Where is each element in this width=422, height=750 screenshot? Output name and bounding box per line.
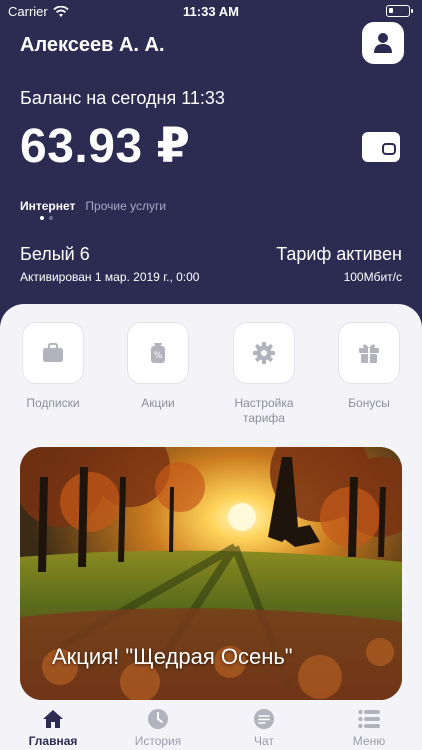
tab-label: Главная [28,734,78,748]
action-bonuses[interactable]: Бонусы [324,322,414,411]
action-label: Бонусы [348,396,390,410]
tab-label: Меню [352,734,386,748]
status-bar: Carrier 11:33 AM [0,0,422,22]
tab-chat[interactable]: Чат [219,708,309,748]
profile-button[interactable] [362,22,404,64]
promo-banner[interactable]: Акция! "Щедрая Осень" [20,447,402,700]
clock: 11:33 AM [183,4,239,19]
user-name: Алексеев А. А. [20,34,165,56]
tariff-name: Белый 6 [20,244,90,264]
tariff-activated-date: Активирован 1 мар. 2019 г., 0:00 [20,270,200,284]
balance-label: Баланс на сегодня 11:33 [20,88,225,108]
tab-label: Чат [254,734,274,748]
page-dot-active [40,216,44,220]
promo-title: Акция! "Щедрая Осень" [52,644,293,669]
service-tabs: Интернет Прочие услуги [20,199,166,213]
gear-icon [253,342,275,364]
wallet-icon[interactable] [362,132,400,162]
tariff-settings-tile[interactable] [233,322,295,384]
gift-icon [359,344,379,363]
tab-other-services[interactable]: Прочие услуги [85,199,166,213]
tab-internet[interactable]: Интернет [20,199,75,213]
chat-icon [254,709,274,729]
action-subscriptions[interactable]: Подписки [8,322,98,411]
tariff-speed: 100Мбит/с [343,270,402,284]
home-icon [43,710,63,728]
action-label: Настройка тарифа [234,396,294,425]
action-tariff-settings[interactable]: Настройка тарифа [219,322,309,426]
clock-icon [148,709,168,729]
tab-menu[interactable]: Меню [324,708,414,748]
menu-list-icon [358,709,380,729]
promotions-tile[interactable]: % [127,322,189,384]
tariff-status: Тариф активен [276,244,402,264]
battery-icon [386,5,413,17]
balance-amount: 63.93 ₽ [20,120,191,173]
tab-home[interactable]: Главная [8,708,98,748]
subscriptions-tile[interactable] [22,322,84,384]
tab-history[interactable]: История [113,708,203,748]
tab-label: История [134,734,182,748]
bottom-tab-bar: Главная История Чат Меню [0,700,422,750]
action-label: Подписки [26,396,80,410]
page-dot [49,216,53,220]
action-promotions[interactable]: % Акции [113,322,203,411]
discount-tag-icon: % [151,343,165,363]
bonuses-tile[interactable] [338,322,400,384]
user-icon [374,33,392,53]
svg-text:%: % [154,351,163,361]
quick-actions: Подписки % Акции Настройка тарифа Бонусы [0,322,422,432]
action-label: Акции [141,396,175,410]
page-indicator [40,216,53,220]
briefcase-icon [43,343,63,362]
